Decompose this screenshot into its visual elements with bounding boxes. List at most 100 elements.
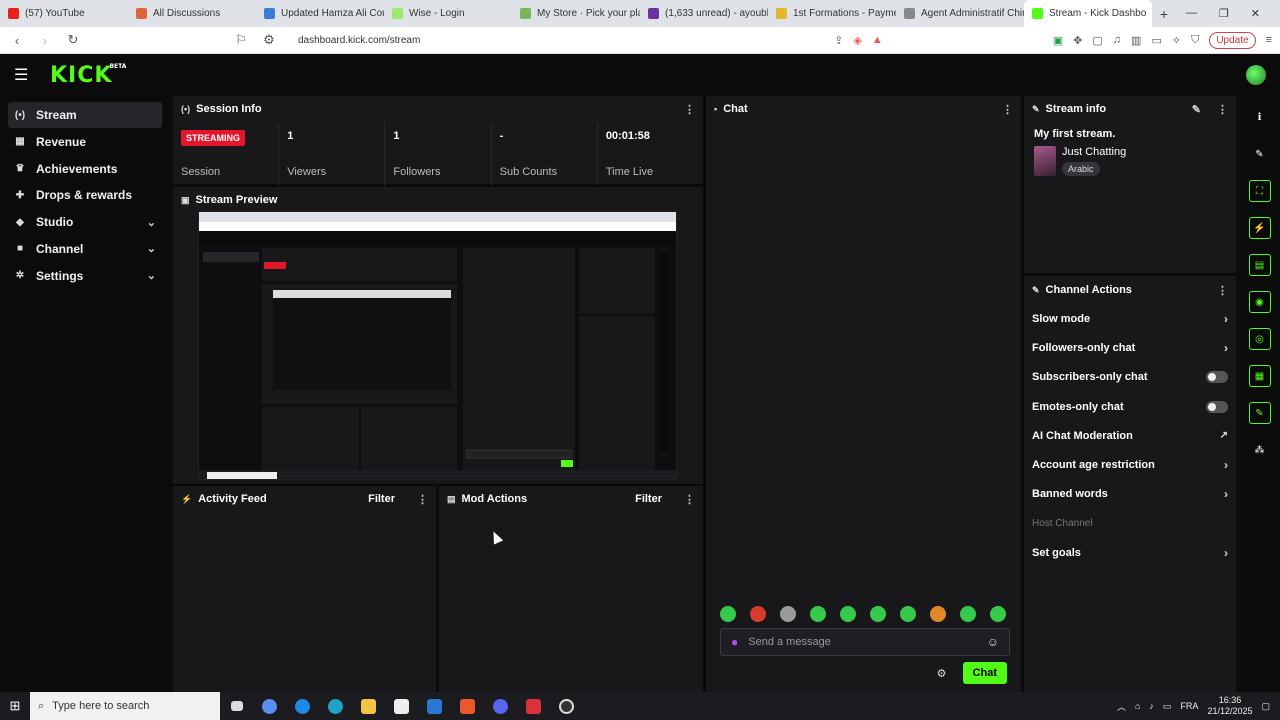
- filter-button[interactable]: Filter: [368, 493, 395, 505]
- file-explorer-icon[interactable]: [352, 698, 385, 714]
- more-options-icon[interactable]: ⋮: [684, 493, 695, 506]
- fullscreen-icon[interactable]: ⛶: [1248, 180, 1271, 202]
- slow-mode-item[interactable]: Slow mode ›: [1024, 304, 1236, 333]
- taskbar-search[interactable]: ⌕ Type here to search: [30, 692, 220, 720]
- back-icon[interactable]: ‹: [8, 33, 26, 48]
- broadcast-icon[interactable]: ◎: [1248, 328, 1271, 350]
- chat-settings-icon[interactable]: ⚙: [937, 667, 947, 680]
- task-view-icon[interactable]: [220, 701, 253, 711]
- maximize-icon[interactable]: ❐: [1219, 7, 1229, 20]
- ai-icon[interactable]: ✧: [1172, 34, 1181, 47]
- notification-icon[interactable]: ▢: [1261, 701, 1270, 712]
- brave-icon[interactable]: [451, 698, 484, 714]
- document-icon[interactable]: ▤: [1248, 254, 1271, 276]
- edge-icon[interactable]: [319, 698, 352, 714]
- ai-moderation-item[interactable]: AI Chat Moderation ↗: [1024, 421, 1236, 450]
- browser-tab[interactable]: My Store · Pick your plan: [512, 0, 640, 27]
- app-icon[interactable]: [286, 698, 319, 714]
- site-info-icon[interactable]: ⚙: [260, 32, 278, 48]
- clock[interactable]: 16:36 21/12/2025: [1207, 695, 1252, 717]
- extension-icon[interactable]: ▣: [1053, 34, 1063, 47]
- nodes-icon[interactable]: ⁂: [1249, 439, 1271, 461]
- forward-icon[interactable]: ›: [36, 33, 54, 48]
- battery-icon[interactable]: ▭: [1163, 701, 1172, 712]
- edit-icon[interactable]: ✎: [1192, 103, 1201, 116]
- set-goals-item[interactable]: Set goals ›: [1024, 538, 1236, 567]
- more-options-icon[interactable]: ⋮: [1002, 103, 1013, 116]
- browser-tab-active[interactable]: Stream - Kick Dashbo✕: [1024, 0, 1152, 27]
- mail-icon[interactable]: [418, 698, 451, 714]
- emote-icon[interactable]: [990, 606, 1006, 622]
- filter-button[interactable]: Filter: [635, 493, 662, 505]
- emote-icon[interactable]: [810, 606, 826, 622]
- chat-bubble-icon[interactable]: ◉: [1248, 291, 1271, 313]
- emote-icon[interactable]: [780, 606, 796, 622]
- store-icon[interactable]: [385, 698, 418, 714]
- brave-shield-icon[interactable]: ◈: [853, 34, 861, 47]
- browser-tab[interactable]: Agent Administratif Chinc: [896, 0, 1024, 27]
- sidebar-item-revenue[interactable]: ▦ Revenue: [8, 129, 162, 155]
- layout-icon[interactable]: ▦: [1248, 365, 1271, 387]
- user-avatar[interactable]: [1246, 65, 1266, 85]
- url-field[interactable]: dashboard.kick.com/stream: [298, 35, 420, 46]
- pencil-icon[interactable]: ✎: [1249, 143, 1271, 165]
- info-icon[interactable]: ℹ: [1249, 106, 1271, 128]
- share-icon[interactable]: ⇪: [834, 34, 843, 47]
- send-chat-button[interactable]: Chat: [962, 662, 1007, 684]
- sidebar-item-channel[interactable]: ■ Channel ⌄: [8, 236, 162, 262]
- sidebar-item-achievements[interactable]: ♛ Achievements: [8, 156, 162, 182]
- stream-preview-video[interactable]: [198, 211, 677, 480]
- browser-tab[interactable]: 1st Formations - Payment: [768, 0, 896, 27]
- music-icon[interactable]: ♫: [1113, 34, 1121, 46]
- account-age-item[interactable]: Account age restriction ›: [1024, 450, 1236, 479]
- banned-words-item[interactable]: Banned words ›: [1024, 480, 1236, 509]
- close-window-icon[interactable]: ✕: [1251, 7, 1260, 20]
- bookmark-icon[interactable]: ⚐: [232, 32, 250, 48]
- lightning-icon[interactable]: ⚡: [1248, 217, 1271, 239]
- microphone-icon[interactable]: ●: [731, 635, 738, 649]
- wallet-icon[interactable]: ▭: [1151, 34, 1161, 47]
- discord-icon[interactable]: [484, 698, 517, 714]
- kick-logo[interactable]: KICK BETA: [50, 63, 126, 88]
- rewards-icon[interactable]: ▲: [872, 34, 883, 46]
- followers-only-item[interactable]: Followers-only chat ›: [1024, 333, 1236, 362]
- sidebar-item-drops[interactable]: ✚ Drops & rewards: [8, 182, 162, 208]
- language-indicator[interactable]: FRA: [1180, 701, 1198, 711]
- wrench-icon[interactable]: ✎: [1248, 402, 1271, 424]
- more-options-icon[interactable]: ⋮: [1217, 103, 1228, 116]
- sidebar-toggle-icon[interactable]: ▥: [1131, 34, 1141, 47]
- emote-icon[interactable]: [840, 606, 856, 622]
- hamburger-menu-icon[interactable]: ☰: [14, 65, 36, 85]
- subscribers-only-toggle[interactable]: [1206, 371, 1228, 384]
- screenshot-icon[interactable]: ▢: [1092, 34, 1102, 47]
- tray-chevron-icon[interactable]: ︿: [1117, 700, 1126, 713]
- puzzle-icon[interactable]: ✥: [1073, 34, 1082, 47]
- volume-icon[interactable]: ♪: [1149, 701, 1154, 711]
- chat-message-input[interactable]: ● Send a message ☺: [720, 628, 1010, 656]
- emote-icon[interactable]: [720, 606, 736, 622]
- browser-tab[interactable]: (57) YouTube: [0, 0, 128, 27]
- more-options-icon[interactable]: ⋮: [417, 493, 428, 506]
- browser-tab[interactable]: (1,633 unread) - ayoubbo: [640, 0, 768, 27]
- windows-start-icon[interactable]: ⊞: [0, 698, 30, 714]
- menu-icon[interactable]: ≡: [1266, 34, 1272, 46]
- emote-icon[interactable]: [930, 606, 946, 622]
- emotes-only-toggle[interactable]: [1206, 400, 1228, 413]
- reload-icon[interactable]: ↻: [64, 32, 82, 48]
- minimize-icon[interactable]: —: [1186, 7, 1197, 20]
- emote-icon[interactable]: [960, 606, 976, 622]
- sidebar-item-studio[interactable]: ◆ Studio ⌄: [8, 209, 162, 235]
- browser-tab[interactable]: All Discussions: [128, 0, 256, 27]
- wps-icon[interactable]: [517, 698, 550, 714]
- sidebar-item-stream[interactable]: (•) Stream: [8, 102, 162, 128]
- category-name[interactable]: Just Chatting: [1062, 146, 1126, 158]
- emote-icon[interactable]: [900, 606, 916, 622]
- vpn-icon[interactable]: ⛉: [1191, 34, 1199, 47]
- sidebar-item-settings[interactable]: ✲ Settings ⌄: [8, 263, 162, 289]
- more-options-icon[interactable]: ⋮: [1217, 284, 1228, 297]
- network-icon[interactable]: ⌂: [1135, 701, 1140, 711]
- more-options-icon[interactable]: ⋮: [684, 103, 695, 116]
- browser-tab[interactable]: Updated Hamza Ali Course: [256, 0, 384, 27]
- update-button[interactable]: Update: [1209, 31, 1256, 49]
- emoji-icon[interactable]: ☺: [987, 635, 999, 649]
